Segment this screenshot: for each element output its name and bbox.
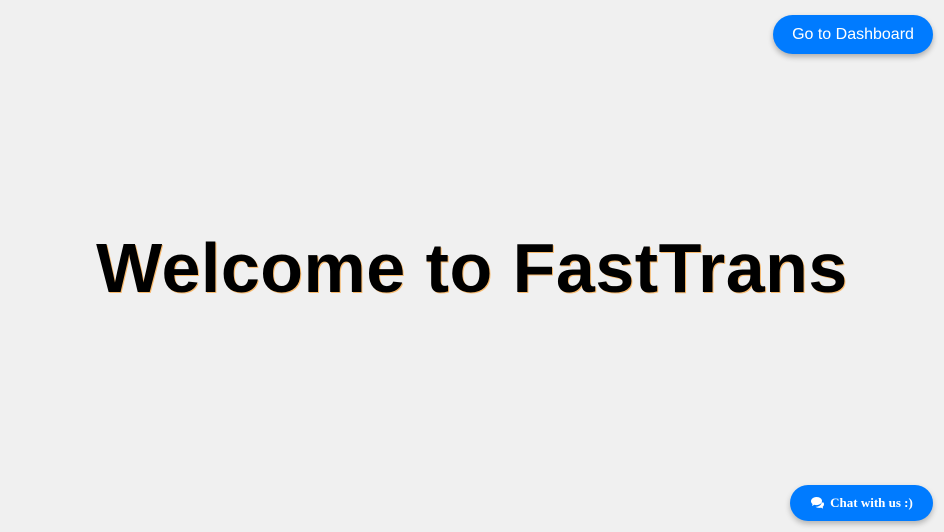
- chat-with-us-button[interactable]: Chat with us :): [790, 485, 933, 521]
- chat-button-label: Chat with us :): [830, 495, 913, 510]
- comments-icon: [810, 496, 826, 510]
- go-to-dashboard-button[interactable]: Go to Dashboard: [773, 15, 933, 54]
- page-title: Welcome to FastTrans: [96, 229, 848, 307]
